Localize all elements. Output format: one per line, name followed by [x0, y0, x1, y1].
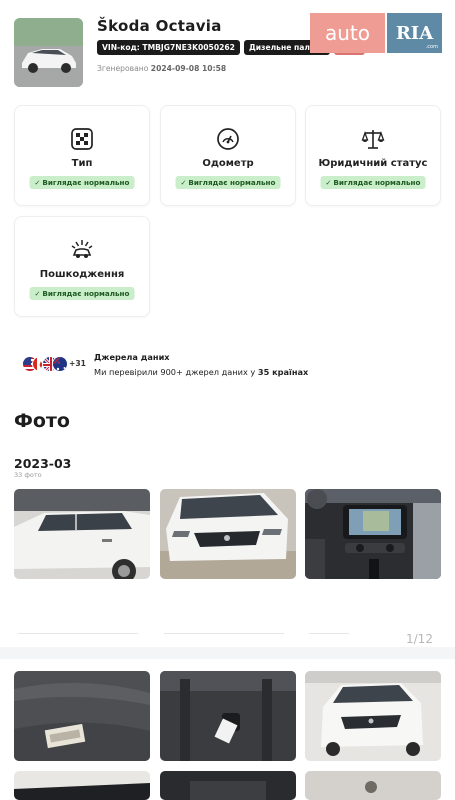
check-card-type[interactable]: Тип ✓ Виглядає нормально	[14, 105, 150, 206]
photo-group-date: 2023-03	[14, 456, 72, 471]
check-label: Юридичний статус	[318, 158, 428, 169]
report-header: Škoda Octavia VIN-код: TMBJG7NE3K0050262…	[0, 0, 455, 95]
sources-country-count: 35 країнах	[257, 367, 309, 377]
extra-countries-count: +31	[69, 359, 86, 368]
logo-ria-text: RIA	[395, 22, 434, 44]
photo-interior-partial[interactable]	[14, 771, 150, 800]
photo-seat-fabric[interactable]	[14, 671, 150, 761]
check-label: Одометр	[202, 158, 254, 169]
photos-section-title: Фото	[14, 410, 70, 432]
check-icon: ✓	[34, 290, 41, 298]
generated-date: 2024-09-08 10:58	[150, 64, 227, 73]
photo-seats-key[interactable]	[160, 671, 296, 761]
check-icon: ✓	[180, 179, 187, 187]
generated-prefix: Згенеровано	[97, 64, 151, 73]
status-badge: ✓ Виглядає нормально	[29, 176, 135, 189]
carousel-edge	[18, 633, 138, 634]
photo-dark-partial[interactable]	[160, 771, 296, 800]
status-text: Виглядає нормально	[42, 178, 130, 187]
carousel-edge	[164, 633, 284, 634]
logo-auto-part: auto	[310, 13, 385, 53]
check-icon: ✓	[325, 179, 332, 187]
autoria-logo[interactable]: auto RIA .com	[310, 13, 442, 53]
photo-light-partial[interactable]	[305, 771, 441, 800]
car-title: Škoda Octavia	[97, 17, 222, 35]
car-thumbnail[interactable]	[14, 18, 83, 87]
sources-title: Джерела даних	[94, 352, 170, 362]
australia-flag-icon	[52, 356, 68, 372]
check-card-odometer[interactable]: Одометр ✓ Виглядає нормально	[160, 105, 296, 206]
crash-icon	[71, 240, 93, 258]
photo-car-front[interactable]	[160, 489, 296, 579]
section-divider	[0, 647, 455, 659]
status-text: Виглядає нормально	[188, 178, 276, 187]
sources-subtitle: Ми перевірили 900+ джерел даних у 35 кра…	[94, 367, 308, 377]
photo-group-count: 33 фото	[14, 471, 42, 479]
carousel-edge	[309, 633, 349, 634]
check-icon: ✓	[34, 179, 41, 187]
sources-subtitle-text: Ми перевірили 900+ джерел даних у	[94, 367, 258, 377]
taxi-icon	[71, 128, 93, 150]
status-badge: ✓ Виглядає нормально	[320, 176, 426, 189]
photo-car-side[interactable]	[14, 489, 150, 579]
photo-dashboard[interactable]	[305, 489, 441, 579]
status-text: Виглядає нормально	[333, 178, 421, 187]
photo-car-front-white[interactable]	[305, 671, 441, 761]
data-sources: +31 Джерела даних Ми перевірили 900+ дже…	[22, 350, 442, 380]
logo-ria-part: RIA .com	[387, 13, 442, 53]
status-badge: ✓ Виглядає нормально	[175, 176, 281, 189]
check-card-damage[interactable]: Пошкодження ✓ Виглядає нормально	[14, 216, 150, 317]
status-text: Виглядає нормально	[42, 289, 130, 298]
check-label: Тип	[71, 158, 93, 169]
generated-timestamp: Згенеровано 2024-09-08 10:58	[97, 64, 226, 73]
check-card-legal-status[interactable]: Юридичний статус ✓ Виглядає нормально	[305, 105, 441, 206]
status-badge: ✓ Виглядає нормально	[29, 287, 135, 300]
carousel-pager: 1/12	[406, 632, 433, 646]
check-label: Пошкодження	[39, 269, 125, 280]
country-flags	[22, 356, 68, 372]
vin-badge: VIN-код: TMBJG7NE3K0050262	[97, 40, 240, 55]
logo-domain: .com	[425, 44, 438, 50]
speedometer-icon	[217, 128, 239, 150]
scales-icon	[361, 130, 385, 149]
